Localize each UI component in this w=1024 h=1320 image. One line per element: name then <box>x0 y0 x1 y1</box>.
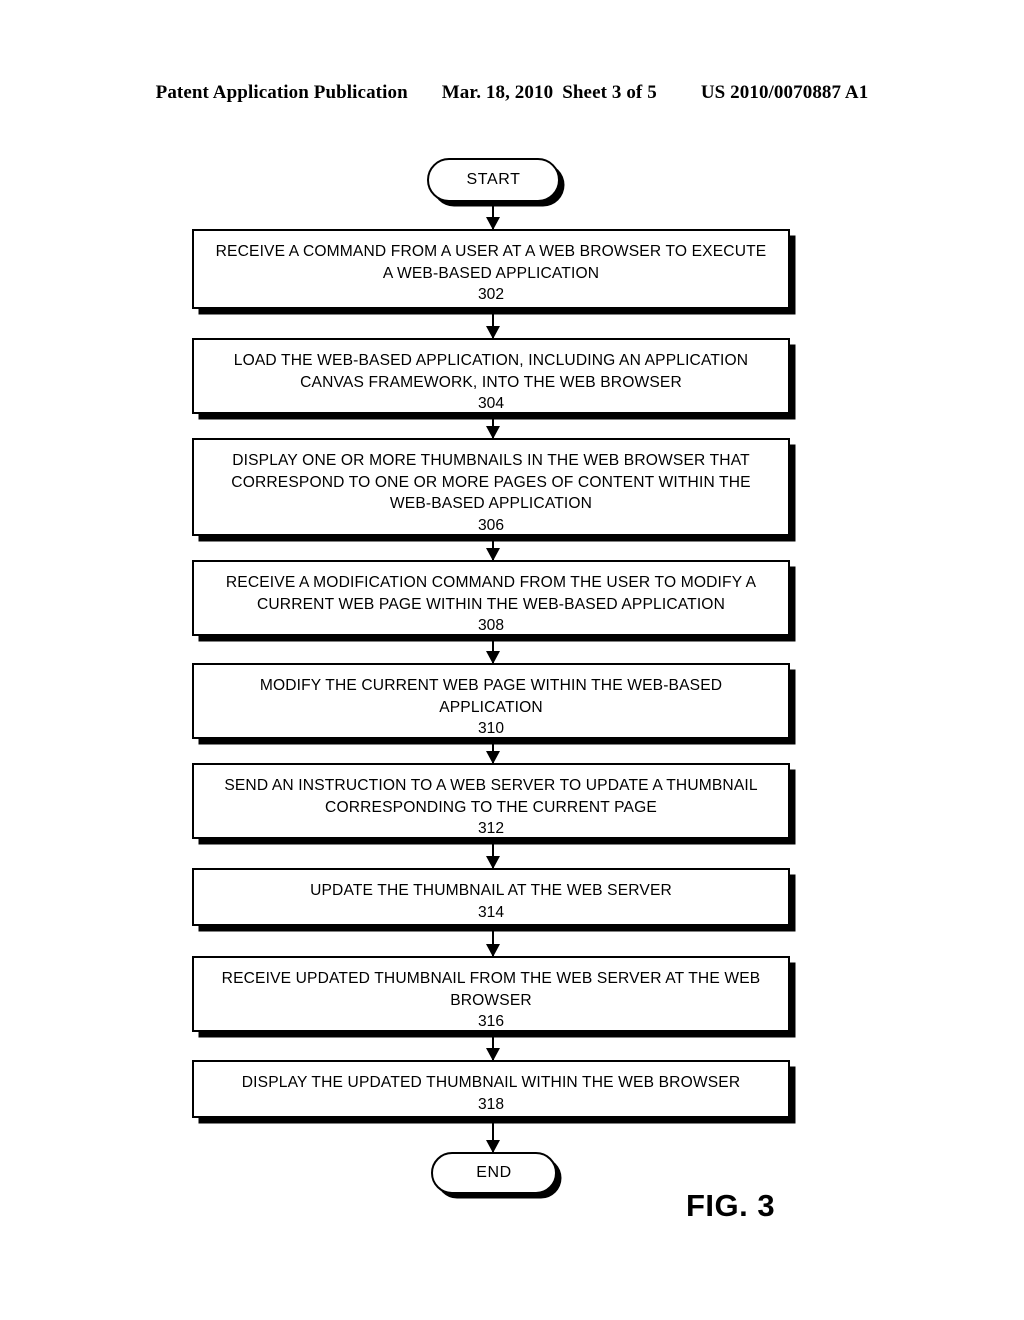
node-302-ref: 302 <box>477 286 505 303</box>
flowchart-node-304: LOAD THE WEB-BASED APPLICATION, INCLUDIN… <box>192 338 790 414</box>
node-308-ref: 308 <box>477 617 505 634</box>
node-318-ref: 318 <box>477 1095 505 1113</box>
node-302-line-2: A WEB-BASED APPLICATION <box>382 264 600 282</box>
node-316-ref: 316 <box>477 1013 505 1030</box>
connector-308-to-310 <box>492 636 494 663</box>
node-310-ref: 310 <box>477 720 505 737</box>
flowchart-node-310: MODIFY THE CURRENT WEB PAGE WITHIN THE W… <box>192 663 790 739</box>
connector-304-to-306 <box>492 414 494 438</box>
flowchart-node-start: START <box>427 158 560 202</box>
node-label-end: END <box>476 1164 512 1181</box>
flowchart-node-316: RECEIVE UPDATED THUMBNAIL FROM THE WEB S… <box>192 956 790 1032</box>
node-label-start: START <box>466 171 521 188</box>
node-304-ref: 304 <box>477 395 505 412</box>
connector-314-to-316 <box>492 926 494 956</box>
flowchart-node-314: UPDATE THE THUMBNAIL AT THE WEB SERVER 3… <box>192 868 790 926</box>
connector-312-to-314 <box>492 839 494 868</box>
connector-310-to-312 <box>492 739 494 763</box>
flowchart-node-end: END <box>431 1152 557 1194</box>
connector-306-to-308 <box>492 536 494 560</box>
flowchart-node-312: SEND AN INSTRUCTION TO A WEB SERVER TO U… <box>192 763 790 839</box>
flowchart-node-308: RECEIVE A MODIFICATION COMMAND FROM THE … <box>192 560 790 636</box>
flowchart-node-306: DISPLAY ONE OR MORE THUMBNAILS IN THE WE… <box>192 438 790 536</box>
node-308-line-2: CURRENT WEB PAGE WITHIN THE WEB-BASED AP… <box>256 595 725 613</box>
node-316-line-1: RECEIVE UPDATED THUMBNAIL FROM THE WEB S… <box>221 970 761 987</box>
node-302-line-1: RECEIVE A COMMAND FROM A USER AT A WEB B… <box>215 243 767 260</box>
node-312-line-2: CORRESPONDING TO THE CURRENT PAGE <box>325 798 657 816</box>
node-310-line-2: APPLICATION <box>439 698 543 716</box>
connector-316-to-318 <box>492 1032 494 1060</box>
node-306-line-3: WEB-BASED APPLICATION <box>389 495 593 512</box>
figure-label: FIG. 3 <box>686 1188 776 1223</box>
connector-302-to-304 <box>492 309 494 338</box>
node-304-line-2: CANVAS FRAMEWORK, INTO THE WEB BROWSER <box>300 373 682 391</box>
flowchart-node-302: RECEIVE A COMMAND FROM A USER AT A WEB B… <box>192 229 790 309</box>
node-314-line-1: UPDATE THE THUMBNAIL AT THE WEB SERVER <box>310 882 672 899</box>
node-304-line-1: LOAD THE WEB-BASED APPLICATION, INCLUDIN… <box>233 352 749 369</box>
node-306-line-2: CORRESPOND TO ONE OR MORE PAGES OF CONTE… <box>231 473 751 491</box>
node-318-line-1: DISPLAY THE UPDATED THUMBNAIL WITHIN THE… <box>241 1074 741 1091</box>
node-312-line-1: SEND AN INSTRUCTION TO A WEB SERVER TO U… <box>224 777 758 794</box>
node-306-line-1: DISPLAY ONE OR MORE THUMBNAILS IN THE WE… <box>232 452 750 469</box>
node-312-ref: 312 <box>477 820 505 837</box>
flowchart-figure: START RECEIVE A COMMAND FROM A USER AT A… <box>0 0 1024 1320</box>
node-314-ref: 314 <box>477 903 505 921</box>
flowchart-node-318: DISPLAY THE UPDATED THUMBNAIL WITHIN THE… <box>192 1060 790 1118</box>
connector-start-to-302 <box>492 202 494 229</box>
node-316-line-2: BROWSER <box>450 991 532 1009</box>
node-310-line-1: MODIFY THE CURRENT WEB PAGE WITHIN THE W… <box>259 677 723 694</box>
node-306-ref: 306 <box>477 516 505 534</box>
connector-318-to-end <box>492 1118 494 1152</box>
node-308-line-1: RECEIVE A MODIFICATION COMMAND FROM THE … <box>225 574 757 591</box>
